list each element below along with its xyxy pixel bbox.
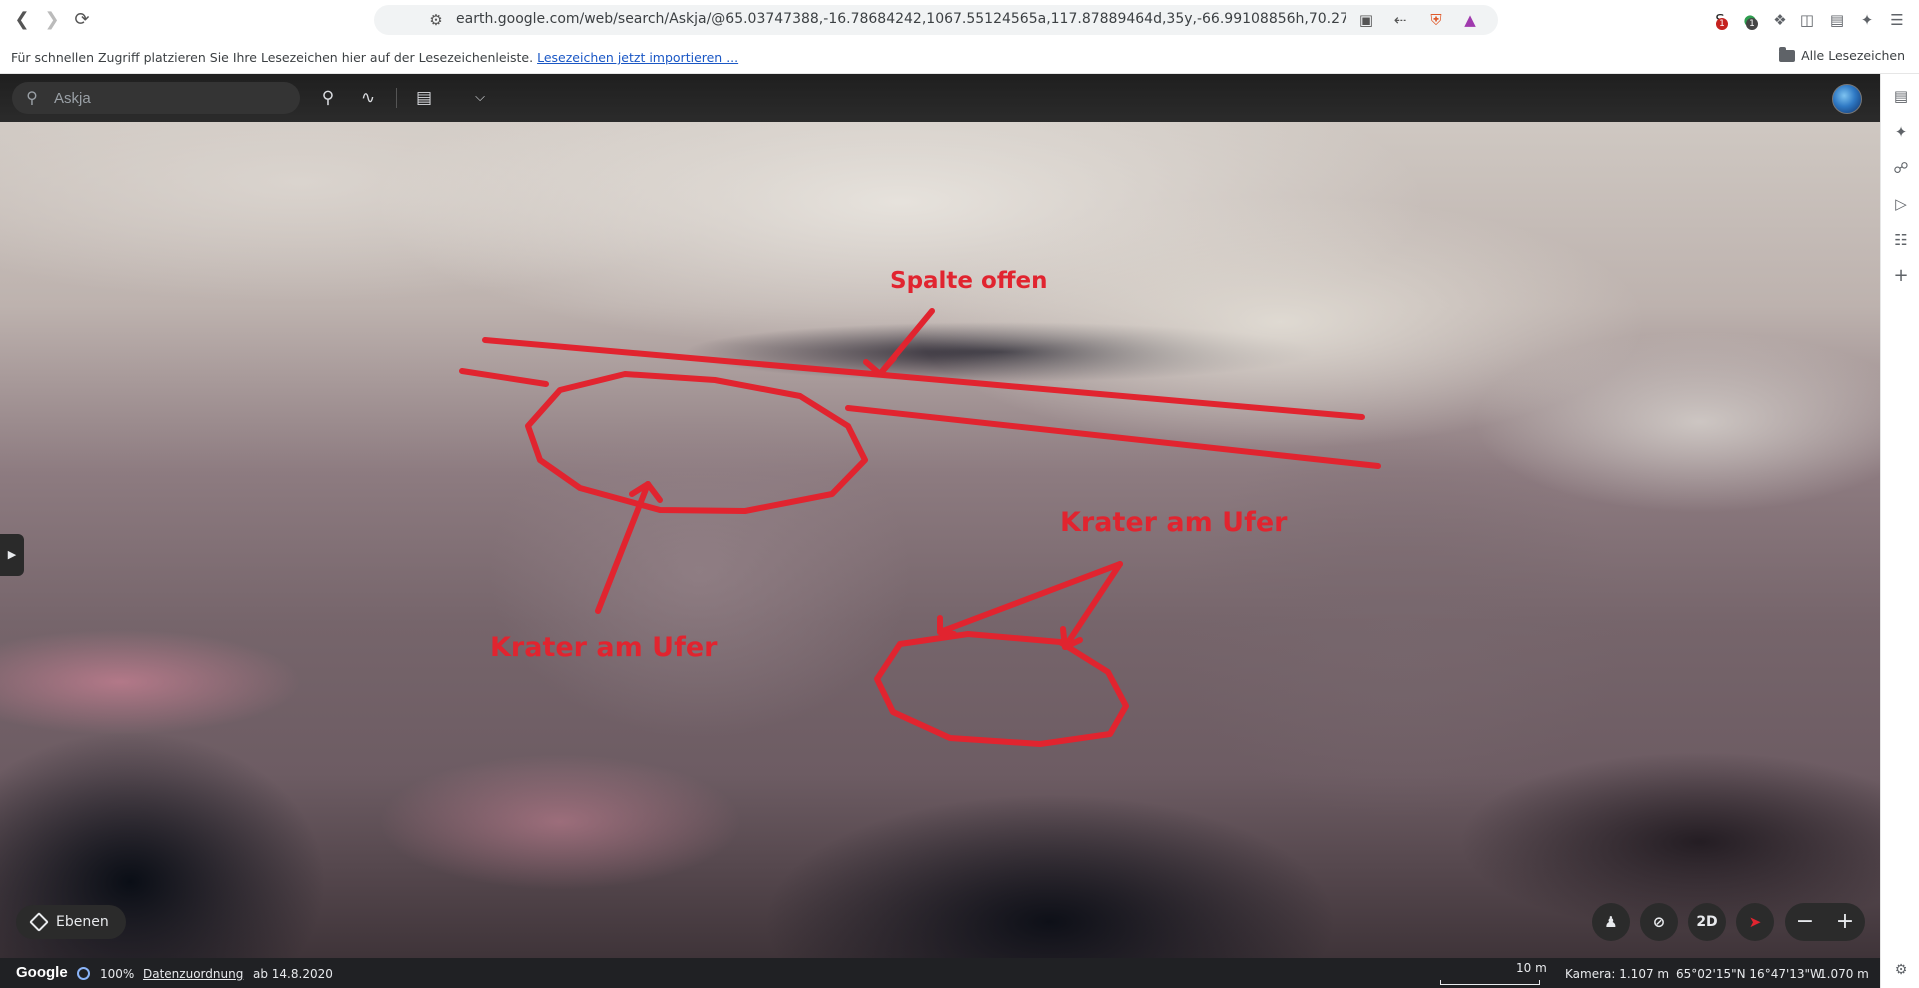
compass-icon[interactable]: ➤ [1736,903,1774,941]
camera-altitude: Kamera: 1.107 m [1565,967,1670,981]
leo-ai-icon[interactable]: ✦ [1857,10,1877,30]
search-input[interactable] [54,88,284,108]
draw-path-icon[interactable]: ∿ [356,86,380,110]
playlist-panel-icon[interactable]: ▷ [1891,194,1911,214]
back-icon[interactable]: ❮ [10,8,34,32]
scale-bar [1440,980,1540,985]
search-icon[interactable]: ⚲ [22,88,42,108]
all-bookmarks-label: Alle Lesezeichen [1801,48,1905,63]
zoom-controls: − + [1785,903,1865,941]
cast-icon[interactable]: ▣ [1356,10,1376,30]
bookmarks-hint-text: Für schnellen Zugriff platzieren Sie Ihr… [11,50,534,65]
view-2d-button[interactable]: 2D [1688,903,1726,941]
terrain-view[interactable] [0,122,1880,958]
place-marker-icon[interactable]: ⚲ [316,86,340,110]
menu-icon[interactable]: ☰ [1887,10,1907,30]
reload-icon[interactable]: ⟳ [70,8,94,32]
import-bookmarks-link[interactable]: Lesezeichen jetzt importieren ... [537,50,738,65]
layers-label: Ebenen [56,914,109,930]
toolbar-divider [396,88,397,108]
add-panel-icon[interactable]: + [1891,266,1911,286]
earth-viewport[interactable]: Spalte offen Krater am Ufer Krater am Uf… [0,74,1880,988]
zoom-out-button[interactable]: − [1785,903,1825,941]
all-bookmarks-button[interactable]: Alle Lesezeichen [1779,46,1905,63]
loading-indicator-icon [77,967,90,980]
scale-label: 10 m [1516,961,1547,975]
coordinates: 65°02'15"N 16°47'13"W [1676,967,1822,981]
extension-badge: 1 [1716,18,1728,30]
browser-toolbar: ❮ ❯ ⟳ ☍ ⚙ earth.google.com/web/search/As… [0,0,1919,40]
settings-gear-icon[interactable]: ⚙ [1891,960,1911,980]
annotation-crater-right-label: Krater am Ufer [1060,507,1288,538]
zoom-in-button[interactable]: + [1825,903,1865,941]
share-icon[interactable]: ⇠ [1390,10,1410,30]
layers-button[interactable]: Ebenen [16,905,126,939]
reading-list-icon[interactable]: ☷ [1891,230,1911,250]
bookmarks-bar: Für schnellen Zugriff platzieren Sie Ihr… [0,40,1919,74]
sidebar-toggle-icon[interactable]: ◫ [1797,10,1817,30]
brave-shield-icon[interactable]: ⛨ [1426,10,1446,30]
annotation-crater-left-label: Krater am Ufer [490,632,718,663]
account-globe-icon[interactable] [1832,84,1862,114]
google-logo: Google [16,964,68,981]
ruler-icon[interactable]: ▤ [412,86,436,110]
tilt-reset-icon[interactable]: ⊘ [1640,903,1678,941]
url-text[interactable]: earth.google.com/web/search/Askja/@65.03… [456,11,1346,27]
annotation-crack-label: Spalte offen [890,268,1048,294]
site-info-icon[interactable]: ⚙ [426,10,446,30]
bookmarks-panel-icon[interactable]: ☍ [1891,158,1911,178]
bookmarks-hint: Für schnellen Zugriff platzieren Sie Ihr… [11,50,738,65]
loading-percent: 100% [100,967,135,981]
puzzle-icon[interactable]: ❖ [1770,10,1790,30]
forward-icon[interactable]: ❯ [40,8,64,32]
wallet-icon[interactable]: ▤ [1827,10,1847,30]
chevron-down-icon[interactable]: ⌵ [468,86,492,110]
folder-icon [1779,46,1796,62]
rewards-icon[interactable]: ▲ [1460,10,1480,30]
layers-icon [29,912,49,932]
street-view-pegman-icon[interactable]: ♟ [1592,903,1630,941]
expand-panel-button[interactable]: ▶ [0,534,24,576]
extension-badge-2: 1 [1746,18,1758,30]
data-attribution-link[interactable]: Datenzuordnung [143,967,243,981]
browser-side-panel: ▤ ✦ ☍ ▷ ☷ + [1880,74,1919,988]
earth-toolbar: ⚲ ⚲ ∿ ▤ ⌵ [0,74,1880,122]
elevation: 1.070 m [1819,967,1869,981]
earth-status-bar: Google 100% Datenzuordnung ab 14.8.2020 … [0,958,1880,988]
imagery-date: ab 14.8.2020 [253,967,333,981]
leo-panel-icon[interactable]: ✦ [1891,122,1911,142]
wallet-panel-icon[interactable]: ▤ [1891,86,1911,106]
